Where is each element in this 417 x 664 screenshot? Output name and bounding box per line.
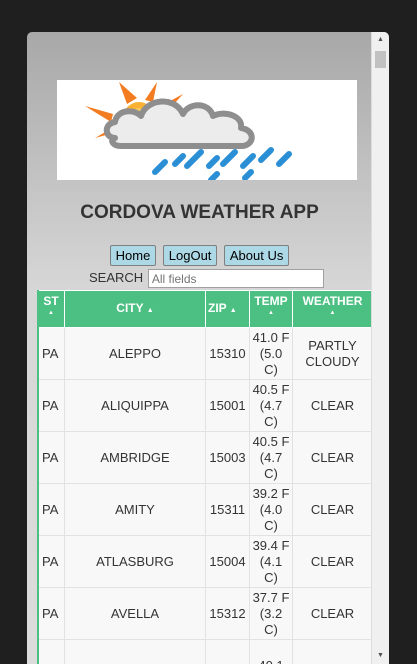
sort-arrow-icon: ▲ — [268, 310, 274, 316]
home-button[interactable]: Home — [109, 245, 157, 266]
sun-cloud-rain-icon — [85, 82, 292, 183]
cell-city: AMBRIDGE — [64, 431, 206, 484]
table-row[interactable]: PA ALIQUIPPA 15001 40.5 F (4.7 C) CLEAR — [37, 379, 372, 432]
cell-city: AVELLA — [64, 587, 206, 640]
header-st[interactable]: ST ▲ — [37, 290, 65, 328]
cell-zip: 15004 — [205, 535, 250, 588]
cell-weather — [292, 639, 372, 664]
table-header-row: ST ▲ CITY ▲ ZIP ▲ TEMP ▲ WEATHER ▲ — [37, 290, 372, 328]
cell-weather: CLEAR — [292, 431, 372, 484]
cell-temp: 41.0 F (5.0 C) — [249, 327, 293, 380]
cell-st: PA — [37, 535, 65, 588]
search-bar: SEARCH — [89, 269, 324, 288]
cell-city: ALEPPO — [64, 327, 206, 380]
table-row[interactable]: PA AMITY 15311 39.2 F (4.0 C) CLEAR — [37, 483, 372, 536]
scroll-down-arrow-icon[interactable]: ▼ — [372, 648, 389, 664]
cell-zip: 15311 — [205, 483, 250, 536]
cell-st: PA — [37, 327, 65, 380]
header-zip-label: ZIP ▲ — [206, 291, 249, 315]
header-zip[interactable]: ZIP ▲ — [205, 290, 250, 328]
table-row[interactable]: PA AMBRIDGE 15003 40.5 F (4.7 C) CLEAR — [37, 431, 372, 484]
cell-weather: CLEAR — [292, 535, 372, 588]
header-zip-text: ZIP — [208, 301, 227, 315]
search-input[interactable] — [147, 269, 324, 288]
logout-button[interactable]: LogOut — [162, 245, 218, 266]
sort-arrow-icon: ▲ — [146, 307, 154, 314]
sort-arrow-icon: ▲ — [48, 310, 54, 316]
weather-table-container[interactable]: ST ▲ CITY ▲ ZIP ▲ TEMP ▲ WEATHER ▲ PA AL… — [37, 290, 372, 664]
scrollbar-thumb[interactable] — [375, 51, 386, 68]
table-row[interactable]: 40.1 — [37, 639, 372, 664]
cell-city: ALIQUIPPA — [64, 379, 206, 432]
scroll-up-arrow-icon[interactable]: ▲ — [372, 32, 389, 48]
cell-weather: CLEAR — [292, 379, 372, 432]
header-city-text: CITY — [116, 301, 144, 315]
cell-temp: 39.4 F (4.1 C) — [249, 535, 293, 588]
app-viewport: CORDOVA WEATHER APP Home LogOut About Us… — [27, 32, 389, 664]
sort-arrow-icon: ▲ — [329, 310, 336, 316]
vertical-scrollbar[interactable]: ▲ ▼ — [371, 32, 389, 664]
cell-st: PA — [37, 483, 65, 536]
cell-st — [37, 639, 65, 664]
weather-table: ST ▲ CITY ▲ ZIP ▲ TEMP ▲ WEATHER ▲ PA AL… — [37, 290, 372, 664]
header-weather[interactable]: WEATHER ▲ — [292, 290, 372, 328]
cell-city: AMITY — [64, 483, 206, 536]
cell-temp: 37.7 F (3.2 C) — [249, 587, 293, 640]
cell-city — [64, 639, 206, 664]
search-label: SEARCH — [89, 269, 144, 285]
cell-zip: 15003 — [205, 431, 250, 484]
cell-zip: 15312 — [205, 587, 250, 640]
sort-arrow-icon: ▲ — [229, 307, 237, 314]
cell-zip: 15310 — [205, 327, 250, 380]
about-us-button[interactable]: About Us — [223, 245, 290, 266]
header-temp-label: TEMP — [254, 294, 288, 308]
header-st-label: ST — [43, 294, 59, 308]
cell-weather: CLEAR — [292, 483, 372, 536]
cell-temp: 40.1 — [249, 639, 293, 664]
cell-zip — [205, 639, 250, 664]
cell-city: ATLASBURG — [64, 535, 206, 588]
cell-zip: 15001 — [205, 379, 250, 432]
cell-st: PA — [37, 431, 65, 484]
cell-weather: PARTLY CLOUDY — [292, 327, 372, 380]
cell-st: PA — [37, 379, 65, 432]
cell-weather: CLEAR — [292, 587, 372, 640]
cell-temp: 40.5 F (4.7 C) — [249, 379, 293, 432]
header-weather-label: WEATHER — [302, 294, 363, 308]
cell-temp: 40.5 F (4.7 C) — [249, 431, 293, 484]
table-left-border — [37, 290, 39, 664]
header-city[interactable]: CITY ▲ — [64, 290, 206, 328]
cell-st: PA — [37, 587, 65, 640]
table-row[interactable]: PA ATLASBURG 15004 39.4 F (4.1 C) CLEAR — [37, 535, 372, 588]
header-city-label: CITY ▲ — [65, 291, 205, 315]
table-row[interactable]: PA AVELLA 15312 37.7 F (3.2 C) CLEAR — [37, 587, 372, 640]
cell-temp: 39.2 F (4.0 C) — [249, 483, 293, 536]
app-title: CORDOVA WEATHER APP — [80, 202, 319, 223]
nav-bar: Home LogOut About Us — [27, 245, 372, 266]
table-row[interactable]: PA ALEPPO 15310 41.0 F (5.0 C) PARTLY CL… — [37, 327, 372, 380]
header-temp[interactable]: TEMP ▲ — [249, 290, 293, 328]
weather-banner — [57, 80, 357, 183]
